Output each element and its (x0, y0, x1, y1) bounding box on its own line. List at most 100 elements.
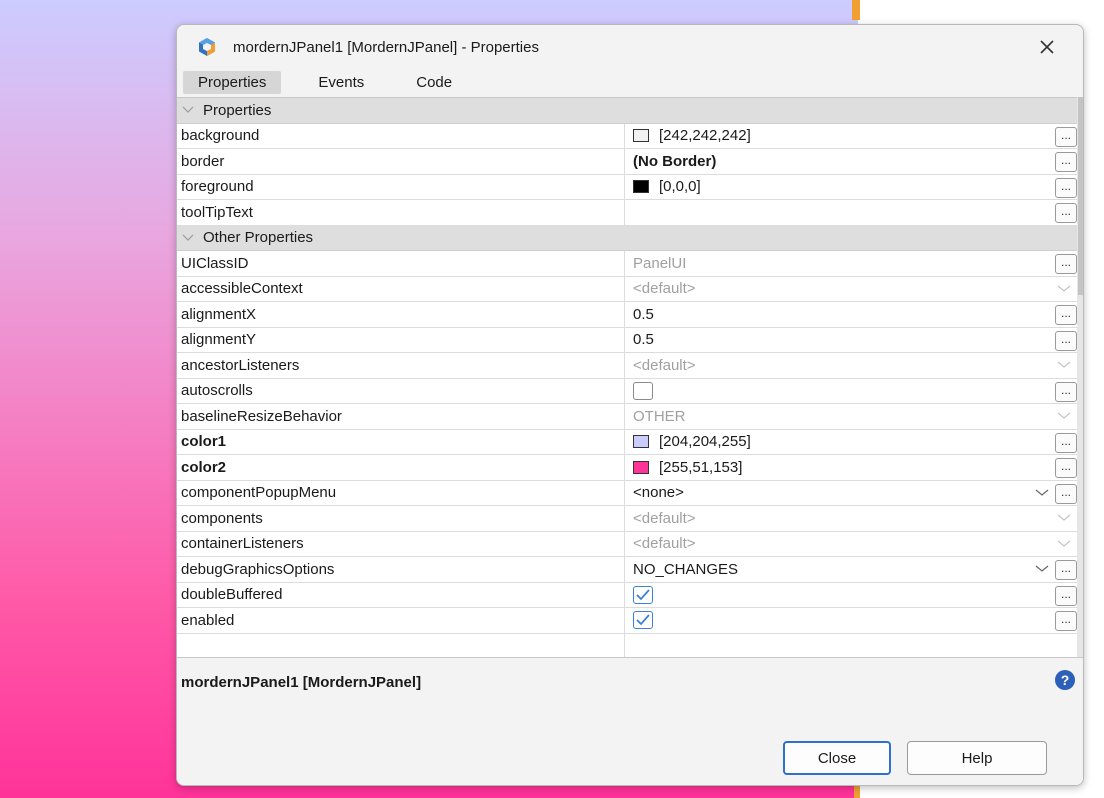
tab-properties[interactable]: Properties (183, 70, 282, 94)
property-value-text: [242,242,242] (659, 127, 751, 145)
title-bar: mordernJPanel1 [MordernJPanel] - Propert… (177, 25, 1083, 69)
property-name: enabled (177, 608, 625, 633)
ellipsis-button[interactable]: ... (1055, 203, 1077, 223)
ellipsis-button[interactable]: ... (1055, 381, 1077, 402)
ellipsis-button[interactable]: ... (1055, 611, 1077, 631)
category-other-properties[interactable]: Other Properties (177, 225, 1077, 251)
tab-events[interactable]: Events (303, 71, 379, 94)
property-name: alignmentX (177, 302, 625, 327)
doublebuffered-checkbox[interactable] (633, 585, 653, 604)
tab-code[interactable]: Code (401, 71, 467, 94)
property-row-background[interactable]: background [242,242,242] ... (177, 123, 1077, 149)
chevron-down-icon[interactable] (1035, 487, 1049, 499)
help-button[interactable]: Help (907, 741, 1047, 775)
properties-dialog: mordernJPanel1 [MordernJPanel] - Propert… (176, 24, 1084, 786)
property-value[interactable] (625, 200, 1077, 225)
property-row-enabled[interactable]: enabled ... (177, 608, 1077, 634)
property-row-componentpopupmenu[interactable]: componentPopupMenu <none> ... (177, 480, 1077, 506)
property-value[interactable]: 0.5 (625, 328, 1077, 353)
property-row-color1[interactable]: color1 [204,204,255] ... (177, 429, 1077, 455)
property-name: alignmentY (177, 327, 625, 352)
property-row-debuggraphicsoptions[interactable]: debugGraphicsOptions NO_CHANGES ... (177, 557, 1077, 583)
property-value[interactable]: [255,51,153] (625, 455, 1077, 480)
property-value (625, 583, 1077, 608)
property-value[interactable]: [242,242,242] (625, 124, 1077, 149)
vertical-scrollbar[interactable] (1077, 97, 1083, 657)
background-accent-bottom (854, 785, 860, 798)
ellipsis-button[interactable]: ... (1055, 126, 1077, 147)
property-row-alignmentx[interactable]: alignmentX 0.5 ... (177, 302, 1077, 328)
chevron-down-icon[interactable] (1035, 563, 1049, 575)
ellipsis-button[interactable]: ... (1055, 330, 1077, 351)
color-swatch (633, 435, 649, 449)
ellipsis-button[interactable]: ... (1055, 458, 1077, 478)
ellipsis-button[interactable]: ... (1055, 560, 1077, 580)
property-value-text: [0,0,0] (659, 178, 701, 196)
chevron-down-icon[interactable] (181, 231, 195, 245)
property-value[interactable]: [204,204,255] (625, 430, 1077, 455)
ellipsis-button[interactable]: ... (1055, 254, 1077, 274)
property-row-autoscrolls[interactable]: autoscrolls ... (177, 378, 1077, 404)
property-row-tooltiptext[interactable]: toolTipText ... (177, 200, 1077, 226)
help-icon[interactable]: ? (1055, 670, 1075, 690)
chevron-down-icon (1057, 361, 1071, 368)
color-swatch (633, 460, 649, 474)
property-name: ancestorListeners (177, 353, 625, 378)
property-value[interactable]: 0.5 (625, 302, 1077, 327)
category-properties[interactable]: Properties (177, 98, 1077, 124)
property-value: OTHER (633, 407, 686, 425)
property-name: componentPopupMenu (177, 480, 625, 505)
window-title: mordernJPanel1 [MordernJPanel] - Propert… (233, 38, 539, 56)
property-value: PanelUI (633, 254, 687, 272)
checkmark-icon (636, 589, 650, 601)
ellipsis-button[interactable]: ... (1055, 177, 1077, 198)
property-value[interactable]: (No Border) (625, 149, 1077, 174)
property-value[interactable]: [0,0,0] (625, 175, 1077, 200)
property-value: <default> (633, 356, 696, 374)
property-row-foreground[interactable]: foreground [0,0,0] ... (177, 174, 1077, 200)
property-value: <default> (633, 280, 696, 298)
background-accent (852, 0, 860, 20)
property-value[interactable]: <none> (625, 481, 1077, 506)
property-row-doublebuffered[interactable]: doubleBuffered ... (177, 582, 1077, 608)
chevron-down-icon (1057, 514, 1071, 521)
property-row-containerlisteners[interactable]: containerListeners <default> (177, 531, 1077, 557)
property-value: <default> (633, 535, 696, 553)
property-name: autoscrolls (177, 378, 625, 403)
property-value (625, 634, 1077, 658)
chevron-down-icon[interactable] (181, 103, 195, 117)
property-row-ancestorlisteners[interactable]: ancestorListeners <default> (177, 353, 1077, 379)
autoscrolls-checkbox[interactable] (633, 381, 653, 400)
property-name: accessibleContext (177, 276, 625, 301)
scrollbar-thumb[interactable] (1078, 97, 1083, 295)
ellipsis-button[interactable]: ... (1055, 432, 1077, 453)
category-label: Other Properties (203, 229, 314, 247)
property-name: border (177, 149, 625, 174)
property-row-border[interactable]: border (No Border) ... (177, 149, 1077, 175)
property-row-uiclassid[interactable]: UIClassID PanelUI ... (177, 251, 1077, 277)
ellipsis-button[interactable]: ... (1055, 152, 1077, 172)
property-value: <default> (633, 509, 696, 527)
property-name (177, 633, 625, 657)
property-row-color2[interactable]: color2 [255,51,153] ... (177, 455, 1077, 481)
chevron-down-icon (1057, 285, 1071, 292)
tab-bar: Properties Events Code (177, 69, 1083, 95)
property-row-accessiblecontext[interactable]: accessibleContext <default> (177, 276, 1077, 302)
property-row-baselineresizebehavior[interactable]: baselineResizeBehavior OTHER (177, 404, 1077, 430)
property-row-partial (177, 633, 1077, 658)
ellipsis-button[interactable]: ... (1055, 585, 1077, 606)
property-value[interactable]: NO_CHANGES (625, 557, 1077, 582)
close-icon[interactable] (1035, 35, 1059, 59)
checkmark-icon (636, 614, 650, 626)
enabled-checkbox[interactable] (633, 611, 653, 630)
color-swatch (633, 180, 649, 194)
property-name: UIClassID (177, 251, 625, 276)
close-button[interactable]: Close (783, 741, 891, 775)
property-row-alignmenty[interactable]: alignmentY 0.5 ... (177, 327, 1077, 353)
ellipsis-button[interactable]: ... (1055, 483, 1077, 504)
ellipsis-button[interactable]: ... (1055, 305, 1077, 325)
property-name: containerListeners (177, 531, 625, 556)
color-swatch (633, 129, 649, 143)
property-row-components[interactable]: components <default> (177, 506, 1077, 532)
property-name: toolTipText (177, 200, 625, 225)
